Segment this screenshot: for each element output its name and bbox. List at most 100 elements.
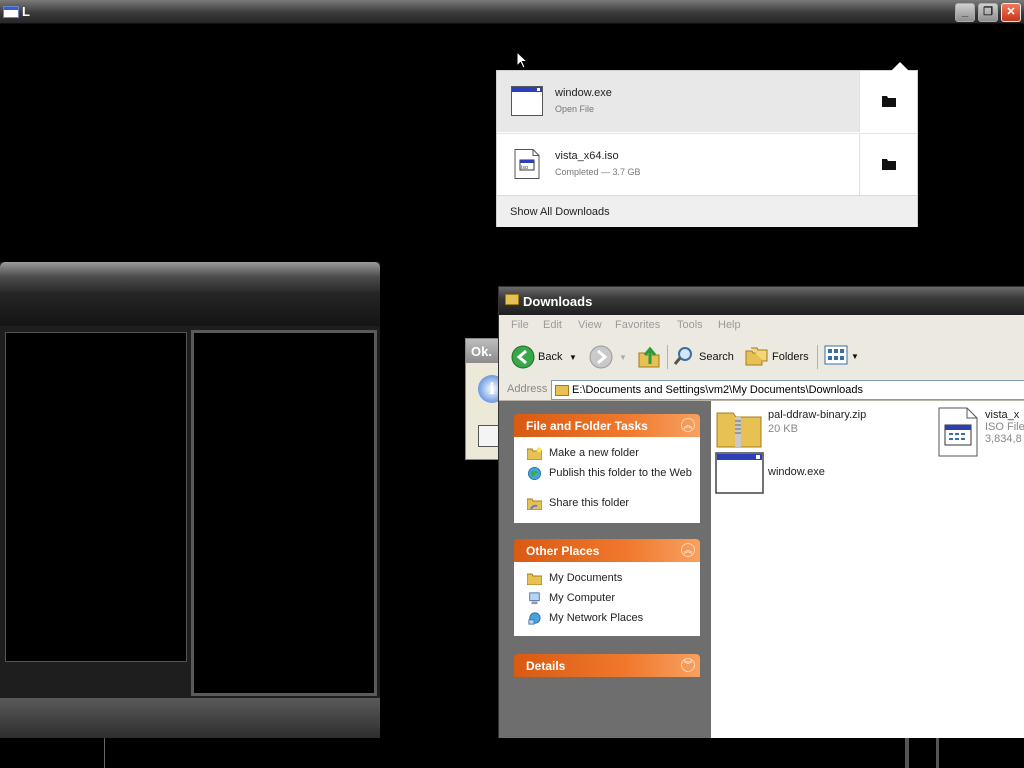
folder-icon xyxy=(882,96,896,107)
details-header[interactable]: Details ︾ xyxy=(514,654,700,677)
back-label: Back xyxy=(538,351,563,363)
publish-web-icon xyxy=(528,467,541,480)
minimize-button[interactable]: _ xyxy=(955,3,975,22)
file-item[interactable]: vista_x ISO File 3,834,8 xyxy=(937,407,1024,457)
search-label: Search xyxy=(699,351,734,363)
file-item[interactable]: window.exe xyxy=(715,451,905,497)
views-button[interactable]: ▼ xyxy=(824,345,860,369)
popup-arrow xyxy=(891,62,909,71)
download-item[interactable]: iso vista_x64.iso Completed — 3.7 GB xyxy=(497,133,917,195)
file-folder-tasks-header[interactable]: File and Folder Tasks ︽ xyxy=(514,414,700,437)
task-pane: File and Folder Tasks ︽ Make a new folde… xyxy=(499,401,711,739)
show-in-folder-button[interactable] xyxy=(859,71,917,132)
place-my-documents[interactable]: My Documents xyxy=(515,569,699,589)
top-window-title: L xyxy=(22,4,30,19)
folders-button[interactable]: Folders xyxy=(745,345,811,369)
restore-button[interactable]: ❐ xyxy=(978,3,998,22)
up-folder-icon xyxy=(638,346,660,368)
iso-file-icon xyxy=(938,407,978,457)
task-label: Publish this folder to the Web xyxy=(549,467,692,479)
up-folder-button[interactable] xyxy=(637,345,661,369)
other-places-header[interactable]: Other Places ︽ xyxy=(514,539,700,562)
details-group: Details ︾ xyxy=(514,654,700,677)
folder-icon xyxy=(882,159,896,170)
file-item[interactable]: pal-ddraw-binary.zip 20 KB xyxy=(715,407,905,451)
new-folder-icon xyxy=(527,447,542,460)
dark-window-titlebar[interactable] xyxy=(0,262,380,292)
file-size: 3,834,8 xyxy=(985,433,1022,445)
download-status: Completed — 3.7 GB xyxy=(555,167,641,177)
close-button[interactable]: ✕ xyxy=(1001,3,1021,22)
file-name: vista_x xyxy=(985,409,1020,421)
collapse-chevron-icon[interactable]: ︽ xyxy=(681,418,695,432)
svg-text:iso: iso xyxy=(521,165,528,171)
place-label: My Network Places xyxy=(549,612,644,624)
details-title: Details xyxy=(526,659,566,673)
menu-tools[interactable]: Tools xyxy=(677,319,703,331)
forward-button[interactable]: ▼ xyxy=(589,345,629,369)
toolbar-separator xyxy=(667,345,668,369)
address-bar: Address E:\Documents and Settings\vm2\My… xyxy=(499,379,1024,401)
collapse-chevron-icon[interactable]: ︽ xyxy=(681,543,695,557)
expand-chevron-icon[interactable]: ︾ xyxy=(681,658,695,672)
forward-dropdown-icon[interactable]: ▼ xyxy=(619,353,627,362)
file-list-pane: pal-ddraw-binary.zip 20 KB window.exe vi… xyxy=(711,401,1024,739)
menu-favorites[interactable]: Favorites xyxy=(615,319,660,331)
forward-arrow-icon xyxy=(589,345,613,369)
download-filename: vista_x64.iso xyxy=(555,150,619,162)
message-dialog-title: Ok. xyxy=(471,344,492,359)
file-folder-tasks-body: Make a new folder Publish this folder to… xyxy=(514,437,700,523)
task-publish-folder[interactable]: Publish this folder to the Web xyxy=(515,464,699,494)
taskbar-divider xyxy=(104,738,105,768)
menu-help[interactable]: Help xyxy=(718,319,741,331)
mouse-cursor-icon xyxy=(516,51,528,69)
dark-window-footer xyxy=(0,698,380,738)
taskbar-handle[interactable] xyxy=(936,738,939,768)
toolbar-separator xyxy=(817,345,818,369)
back-dropdown-icon[interactable]: ▼ xyxy=(569,353,577,362)
back-arrow-icon xyxy=(511,345,535,369)
other-places-group: Other Places ︽ My Documents My Computer … xyxy=(514,539,700,636)
address-path: E:\Documents and Settings\vm2\My Documen… xyxy=(572,384,864,396)
file-type: ISO File xyxy=(985,421,1024,433)
exe-window-icon xyxy=(715,452,764,494)
other-places-title: Other Places xyxy=(526,544,600,558)
menu-edit[interactable]: Edit xyxy=(543,319,562,331)
folder-icon xyxy=(505,294,519,305)
exe-window-icon xyxy=(511,86,543,116)
top-window-titlebar[interactable]: L _ ❐ ✕ xyxy=(0,0,1024,24)
show-in-folder-button[interactable] xyxy=(859,134,917,195)
iso-file-icon: iso xyxy=(514,149,540,179)
menu-file[interactable]: File xyxy=(511,319,529,331)
dark-window-toolbar xyxy=(0,292,380,326)
folders-icon xyxy=(745,347,768,366)
folders-label: Folders xyxy=(772,351,809,363)
task-label: Share this folder xyxy=(549,497,630,509)
folder-icon xyxy=(555,385,569,396)
my-documents-icon xyxy=(527,573,542,585)
file-folder-tasks-group: File and Folder Tasks ︽ Make a new folde… xyxy=(514,414,700,523)
place-my-computer[interactable]: My Computer xyxy=(515,589,699,609)
dark-left-pane xyxy=(5,332,187,662)
views-icon xyxy=(824,345,848,365)
place-my-network-places[interactable]: My Network Places xyxy=(515,609,699,629)
search-icon xyxy=(673,347,692,365)
task-make-new-folder[interactable]: Make a new folder xyxy=(515,444,699,464)
download-item[interactable]: window.exe Open File xyxy=(497,71,917,132)
menu-view[interactable]: View xyxy=(578,319,602,331)
explorer-toolbar: Back ▼ ▼ Search Folders ▼ xyxy=(499,335,1024,383)
show-all-downloads-link[interactable]: Show All Downloads xyxy=(497,195,917,227)
explorer-titlebar[interactable]: Downloads xyxy=(499,287,1024,315)
explorer-window: Downloads File Edit View Favorites Tools… xyxy=(498,286,1024,739)
file-size: 20 KB xyxy=(768,423,798,435)
menu-bar: File Edit View Favorites Tools Help xyxy=(499,315,1024,335)
task-share-folder[interactable]: Share this folder xyxy=(515,494,699,514)
views-dropdown-icon: ▼ xyxy=(851,352,859,361)
address-input[interactable]: E:\Documents and Settings\vm2\My Documen… xyxy=(551,380,1024,400)
search-button[interactable]: Search xyxy=(673,345,735,369)
taskbar-handle[interactable] xyxy=(905,738,909,768)
file-name: pal-ddraw-binary.zip xyxy=(768,409,867,421)
file-folder-tasks-title: File and Folder Tasks xyxy=(526,419,648,433)
back-button[interactable]: Back ▼ xyxy=(511,345,577,369)
my-computer-icon xyxy=(529,592,540,605)
